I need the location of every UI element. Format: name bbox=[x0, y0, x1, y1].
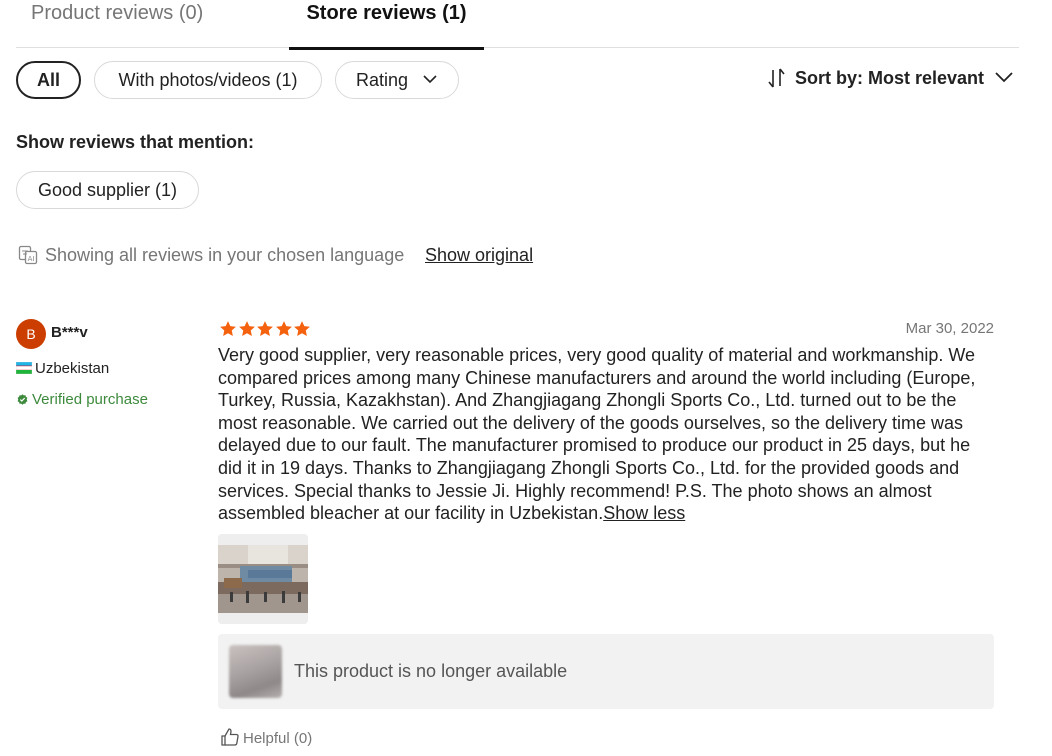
star-icon bbox=[238, 321, 255, 336]
filter-with-photos-button[interactable]: With photos/videos (1) bbox=[94, 61, 322, 99]
reviewer-name: B***v bbox=[51, 324, 88, 341]
star-icon bbox=[275, 321, 292, 336]
uzbekistan-flag-icon bbox=[16, 362, 32, 374]
language-notice-text: Showing all reviews in your chosen langu… bbox=[45, 245, 405, 265]
sort-icon bbox=[768, 68, 785, 88]
show-original-link[interactable]: Show original bbox=[425, 245, 533, 266]
tab-store-reviews[interactable]: Store reviews (1) bbox=[289, 0, 484, 50]
sort-label: Sort by: Most relevant bbox=[795, 68, 985, 88]
review-text: Very good supplier, very reasonable pric… bbox=[218, 344, 998, 525]
review-tabs: Product reviews (0) Store reviews (1) bbox=[16, 0, 1019, 50]
show-less-link[interactable]: Show less bbox=[603, 503, 685, 523]
review-photo[interactable] bbox=[218, 534, 308, 624]
translate-icon: AI bbox=[18, 245, 38, 265]
svg-text:AI: AI bbox=[28, 255, 35, 263]
star-icon bbox=[294, 321, 310, 336]
tab-store-reviews-label: Store reviews (1) bbox=[306, 2, 467, 24]
country-name: Uzbekistan bbox=[35, 360, 110, 377]
filter-rating-dropdown[interactable]: Rating bbox=[335, 61, 459, 99]
filter-rating-label: Rating bbox=[356, 70, 409, 90]
verified-check-icon bbox=[17, 394, 28, 405]
mentions-title: Show reviews that mention: bbox=[16, 132, 255, 152]
review-date: Mar 30, 2022 bbox=[905, 320, 994, 337]
review-body: Very good supplier, very reasonable pric… bbox=[218, 345, 976, 524]
avatar: B bbox=[16, 319, 46, 349]
unavailable-product-card: This product is no longer available bbox=[218, 634, 994, 709]
unavailable-product-thumbnail bbox=[229, 645, 282, 698]
star-icon bbox=[220, 321, 236, 336]
active-tab-underline bbox=[289, 47, 484, 50]
thumbs-up-icon bbox=[221, 728, 239, 746]
mention-tag-good-supplier[interactable]: Good supplier (1) bbox=[16, 171, 199, 209]
star-icon bbox=[257, 321, 273, 336]
helpful-count: Helpful (0) bbox=[243, 730, 313, 747]
chevron-down-icon bbox=[995, 72, 1013, 83]
unavailable-product-text: This product is no longer available bbox=[294, 661, 568, 681]
review-photo-image bbox=[218, 534, 308, 624]
chevron-down-icon bbox=[423, 75, 437, 84]
tab-product-reviews[interactable]: Product reviews (0) bbox=[31, 0, 203, 48]
filter-all-button[interactable]: All bbox=[16, 61, 81, 99]
verified-purchase-text: Verified purchase bbox=[32, 391, 148, 408]
